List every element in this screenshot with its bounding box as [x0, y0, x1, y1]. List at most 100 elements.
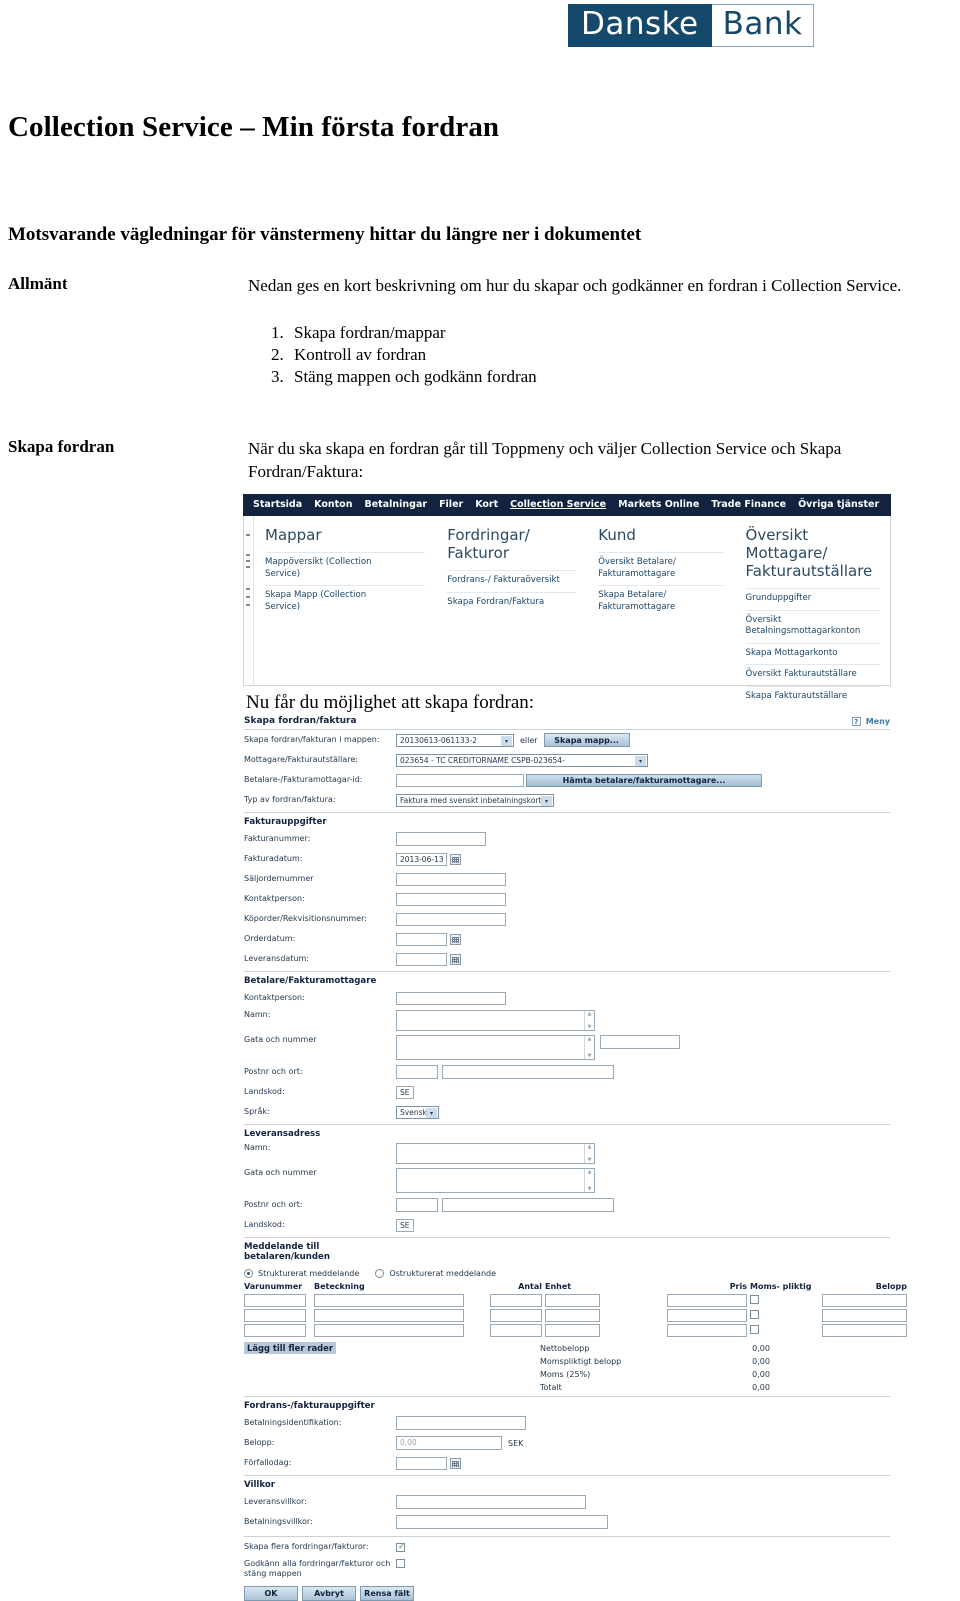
nav-item-betalningar[interactable]: Betalningar: [358, 494, 433, 516]
scroll-down-icon[interactable]: ▼: [588, 1024, 592, 1030]
scroll-rail[interactable]: [244, 516, 254, 685]
betalare-gata-extra-input[interactable]: [600, 1035, 680, 1049]
textarea-scrollbar[interactable]: ▲ ▼: [584, 1144, 594, 1163]
dropdown-link-skapa-betalare[interactable]: Skapa Betalare/ Fakturamottagare: [598, 585, 724, 618]
belopp-input[interactable]: [822, 1324, 907, 1337]
pris-input[interactable]: [667, 1309, 747, 1322]
kontaktperson-faktura-input[interactable]: [396, 892, 506, 906]
skapa-mapp-button[interactable]: Skapa mapp...: [543, 733, 630, 747]
chevron-down-icon[interactable]: ▾: [541, 795, 552, 806]
dropdown-link-skapa-mapp[interactable]: Skapa Mapp (Collection Service): [265, 585, 426, 618]
leverans-postnr-input[interactable]: [396, 1198, 438, 1212]
chevron-down-icon[interactable]: ▾: [635, 755, 646, 766]
nav-item-ovriga-tjanster[interactable]: Övriga tjänster: [792, 494, 885, 516]
betalare-namn-textarea[interactable]: ▲ ▼: [396, 1010, 595, 1031]
moms-pliktig-checkbox[interactable]: [750, 1295, 759, 1304]
betalningsidentifikation-input[interactable]: [396, 1416, 526, 1430]
moms-pliktig-checkbox[interactable]: [750, 1310, 759, 1319]
calendar-icon[interactable]: [450, 953, 461, 965]
nav-item-trade-finance[interactable]: Trade Finance: [705, 494, 792, 516]
leverans-ort-input[interactable]: [442, 1198, 614, 1212]
textarea-scrollbar[interactable]: ▲ ▼: [584, 1169, 594, 1192]
varunummer-input[interactable]: [244, 1309, 306, 1322]
nav-item-filer[interactable]: Filer: [433, 494, 469, 516]
textarea-scrollbar[interactable]: ▲ ▼: [584, 1036, 594, 1059]
varunummer-input[interactable]: [244, 1324, 306, 1337]
radio-strukturerat-meddelande[interactable]: [244, 1269, 253, 1278]
form-menu-link[interactable]: ? Meny: [851, 716, 890, 726]
moms-pliktig-checkbox[interactable]: [750, 1325, 759, 1334]
scroll-down-icon[interactable]: ▼: [588, 1053, 592, 1059]
belopp-input[interactable]: [822, 1294, 907, 1307]
label-strukturerat-meddelande[interactable]: Strukturerat meddelande: [258, 1269, 359, 1278]
dropdown-link-grunduppgifter[interactable]: Grunduppgifter: [745, 588, 880, 610]
antal-input[interactable]: [490, 1324, 542, 1337]
dropdown-link-skapa-mottagarkonto[interactable]: Skapa Mottagarkonto: [745, 642, 880, 665]
calendar-icon[interactable]: [450, 933, 461, 945]
fakturadatum-input[interactable]: 2013-06-13: [396, 852, 447, 866]
nav-item-kort[interactable]: Kort: [469, 494, 504, 516]
leverans-namn-textarea[interactable]: ▲ ▼: [396, 1143, 595, 1164]
dropdown-link-skapa-fordran-faktura[interactable]: Skapa Fordran/Faktura: [447, 591, 577, 614]
label-ostrukturerat-meddelande[interactable]: Ostrukturerat meddelande: [389, 1269, 496, 1278]
recipient-select[interactable]: 023654 - TC CREDITORNAME CSPB-023654- ▾: [396, 753, 648, 767]
betalningsvillkor-input[interactable]: [396, 1515, 608, 1529]
belopp-amount-input[interactable]: 0,00: [396, 1436, 502, 1450]
scroll-up-icon[interactable]: ▲: [588, 1144, 592, 1150]
antal-input[interactable]: [490, 1294, 542, 1307]
enhet-input[interactable]: [545, 1324, 600, 1337]
folder-select[interactable]: 20130613-061133-2 ▾: [396, 733, 514, 747]
pris-input[interactable]: [667, 1324, 747, 1337]
nav-item-markets-online[interactable]: Markets Online: [612, 494, 705, 516]
varunummer-input[interactable]: [244, 1294, 306, 1307]
nav-item-startsida[interactable]: Startsida: [247, 494, 308, 516]
betalare-gata-textarea[interactable]: ▲ ▼: [396, 1035, 595, 1060]
scroll-up-icon[interactable]: ▲: [588, 1011, 592, 1017]
skapa-flera-checkbox[interactable]: [396, 1542, 406, 1552]
textarea-scrollbar[interactable]: ▲ ▼: [584, 1011, 594, 1030]
leveransvillkor-input[interactable]: [396, 1495, 586, 1509]
enhet-input[interactable]: [545, 1309, 600, 1322]
antal-input[interactable]: [490, 1309, 542, 1322]
dropdown-link-oversikt-fakturautstallare[interactable]: Översikt Fakturautställare: [745, 664, 880, 686]
dropdown-link-oversikt-betalare[interactable]: Översikt Betalare/ Fakturamottagare: [598, 552, 724, 585]
pris-input[interactable]: [667, 1294, 747, 1307]
payer-id-input[interactable]: [396, 773, 524, 787]
ok-button[interactable]: OK: [244, 1586, 298, 1601]
betalare-ort-input[interactable]: [442, 1065, 614, 1079]
fakturanummer-input[interactable]: [396, 832, 486, 846]
nav-item-collection-service[interactable]: Collection Service: [504, 494, 612, 516]
belopp-input[interactable]: [822, 1309, 907, 1322]
scroll-up-icon[interactable]: ▲: [588, 1169, 592, 1175]
saljordernummer-input[interactable]: [396, 872, 506, 886]
betalare-landskod-input[interactable]: SE: [396, 1085, 414, 1099]
help-icon[interactable]: ?: [851, 716, 861, 726]
enhet-input[interactable]: [545, 1294, 600, 1307]
leverans-gata-textarea[interactable]: ▲ ▼: [396, 1168, 595, 1193]
betalare-kontaktperson-input[interactable]: [396, 991, 506, 1005]
betalare-sprak-select[interactable]: Svenska ▾: [396, 1105, 439, 1119]
chevron-down-icon[interactable]: ▾: [501, 735, 512, 746]
betalare-postnr-input[interactable]: [396, 1065, 438, 1079]
type-select[interactable]: Faktura med svenskt inbetalningskort ▾: [396, 793, 554, 807]
calendar-icon[interactable]: [450, 853, 461, 865]
rensa-falt-button[interactable]: Rensa fält: [360, 1586, 414, 1601]
avbryt-button[interactable]: Avbryt: [302, 1586, 356, 1601]
orderdatum-input[interactable]: [396, 932, 447, 946]
koporder-input[interactable]: [396, 912, 506, 926]
beteckning-input[interactable]: [314, 1294, 464, 1307]
leverans-landskod-input[interactable]: SE: [396, 1218, 414, 1232]
scroll-down-icon[interactable]: ▼: [588, 1157, 592, 1163]
dropdown-link-mappoversikt[interactable]: Mappöversikt (Collection Service): [265, 552, 426, 585]
menu-label[interactable]: Meny: [866, 717, 890, 726]
radio-ostrukturerat-meddelande[interactable]: [375, 1269, 385, 1278]
scroll-up-icon[interactable]: ▲: [588, 1036, 592, 1042]
lagg-till-fler-rader-button[interactable]: Lägg till fler rader: [244, 1342, 336, 1354]
calendar-icon[interactable]: [450, 1457, 461, 1469]
beteckning-input[interactable]: [314, 1309, 464, 1322]
nav-item-konton[interactable]: Konton: [308, 494, 358, 516]
leveransdatum-input[interactable]: [396, 952, 447, 966]
hamta-betalare-button[interactable]: Hämta betalare/fakturamottagare...: [526, 773, 762, 787]
forfallodag-input[interactable]: [396, 1456, 447, 1470]
beteckning-input[interactable]: [314, 1324, 464, 1337]
